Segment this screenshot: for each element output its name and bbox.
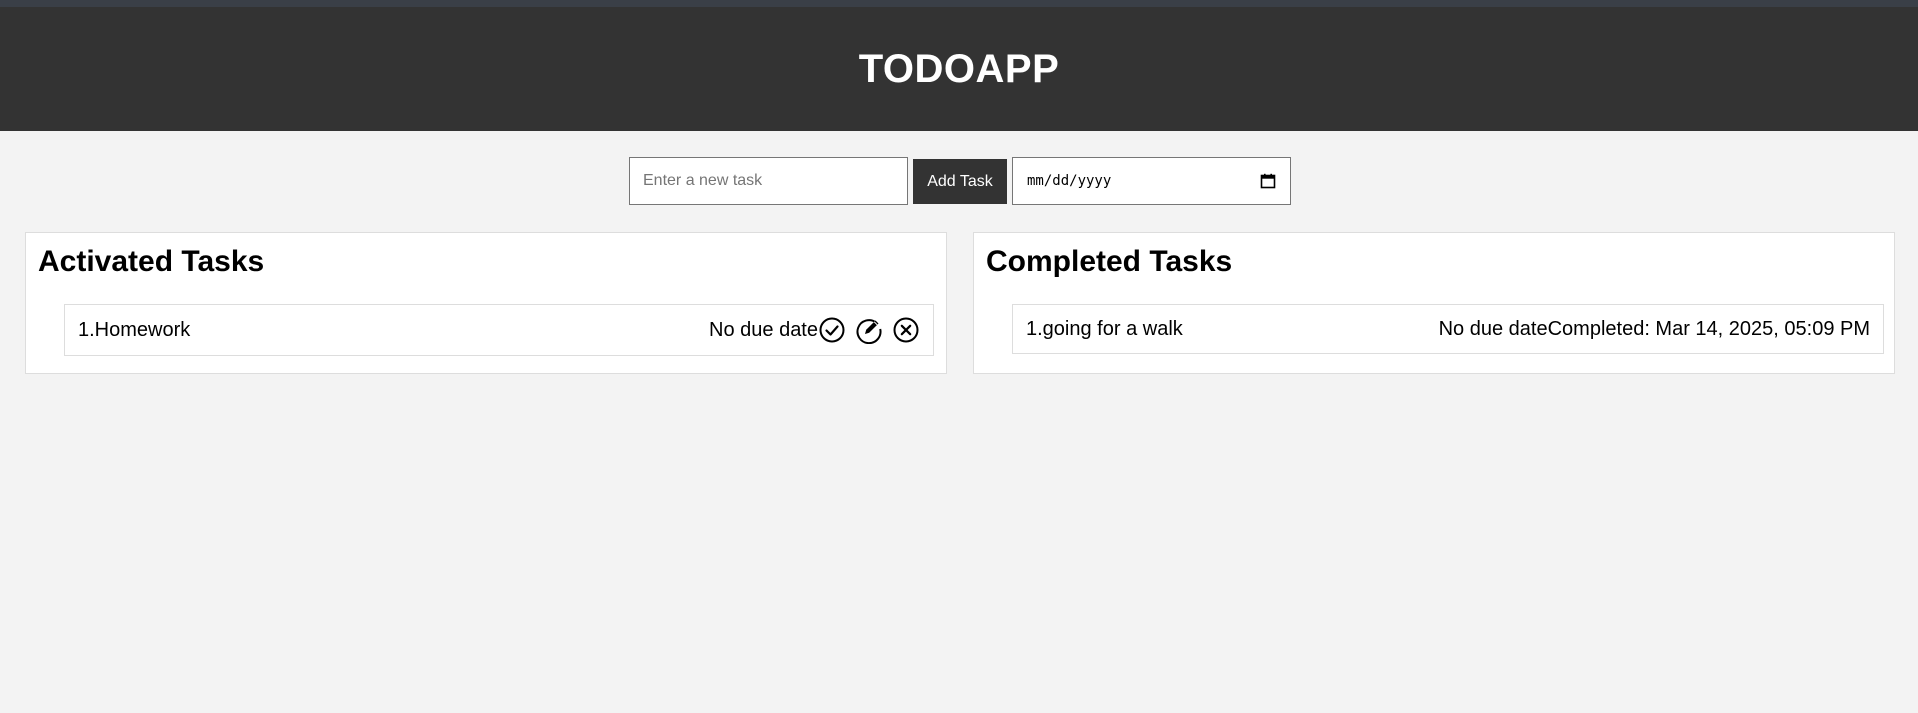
completed-tasks-panel: Completed Tasks 1.going for a walk No du… — [973, 232, 1895, 374]
new-task-input[interactable] — [629, 157, 908, 205]
task-due-date: No due date — [1438, 317, 1548, 340]
active-task-row: 1.Homework No due date — [64, 304, 934, 356]
close-circle-icon[interactable] — [892, 316, 920, 344]
completed-task-row: 1.going for a walk No due date Completed:… — [1012, 304, 1884, 354]
task-label: 1.going for a walk — [1026, 317, 1183, 340]
task-completed-timestamp: Completed: Mar 14, 2025, 05:09 PM — [1547, 317, 1870, 340]
activated-tasks-heading: Activated Tasks — [38, 245, 265, 278]
app-title: TODOAPP — [858, 46, 1060, 91]
task-label: 1.Homework — [78, 318, 191, 341]
task-due-date: No due date — [709, 318, 818, 341]
due-date-placeholder: mm/dd/yyyy — [1027, 173, 1112, 189]
task-actions — [818, 316, 920, 344]
edit-icon[interactable] — [855, 316, 883, 344]
calendar-icon[interactable] — [1260, 173, 1276, 189]
completed-tasks-heading: Completed Tasks — [986, 245, 1233, 278]
window-top-strip — [0, 0, 1918, 7]
app-header: TODOAPP — [0, 7, 1918, 131]
add-task-button[interactable]: Add Task — [913, 159, 1007, 204]
activated-tasks-panel: Activated Tasks 1.Homework No due date — [25, 232, 947, 374]
due-date-input[interactable]: mm/dd/yyyy — [1012, 157, 1291, 205]
check-circle-icon[interactable] — [818, 316, 846, 344]
